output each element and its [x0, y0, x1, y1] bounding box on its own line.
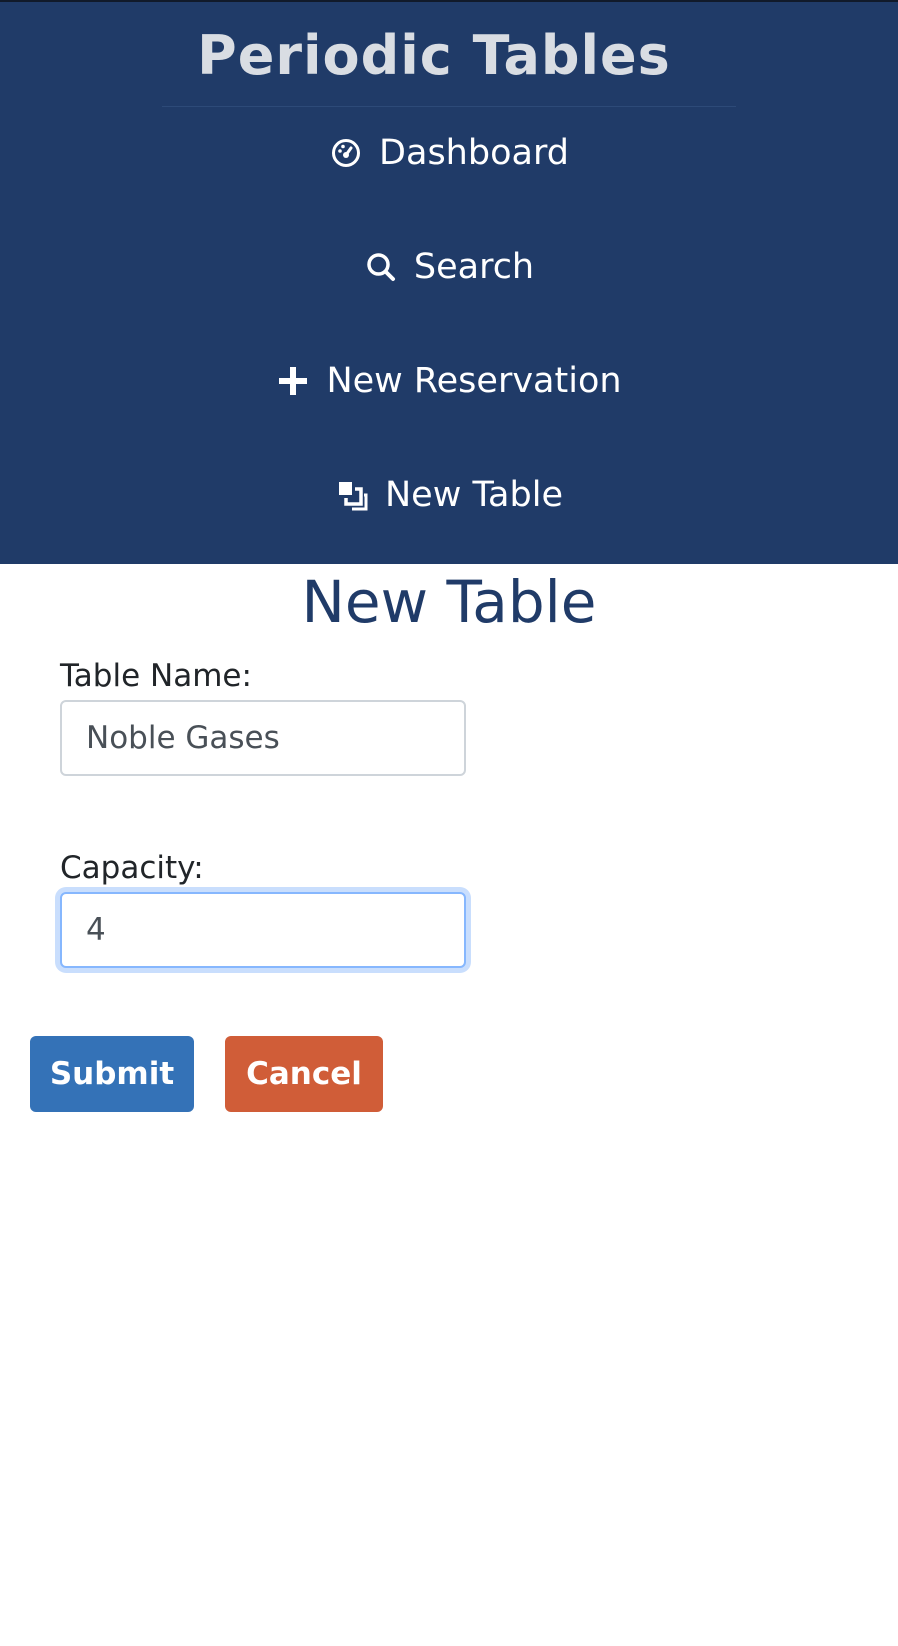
- capacity-label: Capacity:: [60, 850, 204, 886]
- dashboard-icon: [329, 136, 363, 170]
- nav-item-search[interactable]: Search: [0, 237, 898, 297]
- main-navigation: Periodic Tables Dashboard Search New Res…: [0, 2, 898, 564]
- search-icon: [364, 250, 398, 284]
- page-title: New Table: [301, 568, 597, 636]
- brand-divider: [162, 106, 736, 107]
- brand-title: Periodic Tables: [197, 24, 671, 87]
- submit-button[interactable]: Submit: [30, 1036, 194, 1112]
- nav-item-label: Dashboard: [379, 133, 569, 173]
- plus-icon: [276, 364, 310, 398]
- table-name-input[interactable]: [60, 700, 466, 776]
- nav-item-new-table[interactable]: New Table: [0, 465, 898, 525]
- nav-item-label: Search: [413, 247, 535, 287]
- table-name-label: Table Name:: [60, 658, 252, 694]
- nav-item-label: New Reservation: [326, 361, 622, 401]
- nav-item-dashboard[interactable]: Dashboard: [0, 123, 898, 183]
- nav-item-new-reservation[interactable]: New Reservation: [0, 351, 898, 411]
- layers-icon: [335, 478, 369, 512]
- nav-item-label: New Table: [385, 475, 563, 515]
- capacity-input[interactable]: [60, 892, 466, 968]
- cancel-button[interactable]: Cancel: [225, 1036, 383, 1112]
